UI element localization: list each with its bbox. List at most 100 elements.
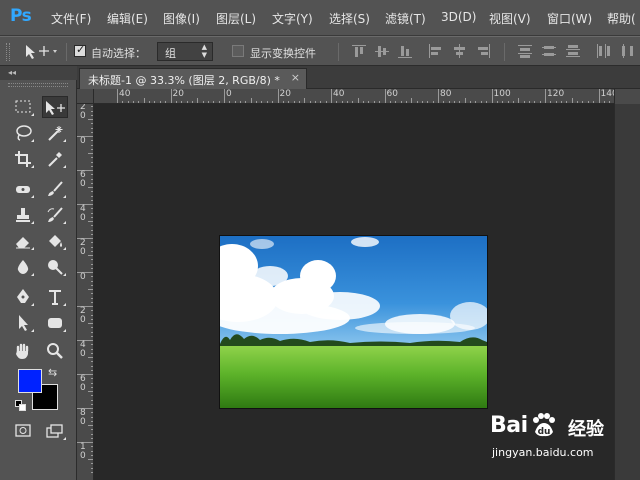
zoom-icon[interactable] <box>42 340 68 362</box>
distribute-bottom-icon[interactable] <box>566 44 582 60</box>
dodge-icon[interactable] <box>42 256 68 278</box>
ruler-label: 1 0 <box>80 442 86 461</box>
distribute-top-icon[interactable] <box>518 44 534 60</box>
show-transform-label: 显示变换控件 <box>250 47 316 60</box>
watermark-brand-suffix: 经验 <box>568 419 604 440</box>
options-bar: 自动选择： 组 ▲▼ 显示变换控件 <box>0 36 640 66</box>
distribute-hcenter-icon[interactable] <box>620 44 636 60</box>
landscape-photo <box>220 236 487 408</box>
ruler-label: 100 <box>493 89 511 99</box>
ruler-major-tick <box>331 89 332 103</box>
ruler-label: 40 <box>333 89 345 99</box>
default-colors-icon[interactable] <box>15 400 27 412</box>
tools-collapse-button[interactable]: ◂◂ <box>0 66 77 80</box>
align-left-icon[interactable] <box>428 44 444 60</box>
ruler-label: 0 <box>80 272 86 282</box>
history-brush-icon[interactable] <box>42 204 68 226</box>
ruler-major-tick <box>170 89 172 103</box>
foreground-color-swatch[interactable] <box>18 369 42 393</box>
rectangular-marquee-icon[interactable] <box>10 96 36 118</box>
ruler-label: 2 0 <box>80 238 86 257</box>
canvas-image-layer[interactable] <box>220 236 487 408</box>
eraser-icon[interactable] <box>10 230 36 252</box>
auto-select-checkbox[interactable] <box>74 43 86 57</box>
ruler-label: 40 <box>119 89 131 99</box>
baidu-jingyan-watermark: Bai du 经验 jingyan.baidu.com <box>488 410 638 470</box>
ruler-label: 2 0 <box>80 104 86 121</box>
document-tab[interactable]: 未标题-1 @ 33.3% (图层 2, RGB/8) * × <box>79 68 307 89</box>
clone-stamp-icon[interactable] <box>10 204 36 226</box>
ruler-label: 0 <box>80 136 86 146</box>
ps-logo: Ps <box>10 6 32 26</box>
blur-icon[interactable] <box>10 256 36 278</box>
menu-filter[interactable]: 滤镜(T) <box>385 10 426 27</box>
menu-window[interactable]: 窗口(W) <box>547 10 592 27</box>
ruler-label: 6 0 <box>80 374 86 393</box>
vertical-ruler[interactable]: 2 0 0 6 0 4 0 2 0 0 2 0 4 0 6 0 8 0 1 0 <box>77 104 94 480</box>
photoshop-window: Ps 文件(F) 编辑(E) 图像(I) 图层(L) 文字(Y) 选择(S) 滤… <box>0 0 640 480</box>
menu-type[interactable]: 文字(Y) <box>272 10 313 27</box>
move-tool-icon[interactable] <box>42 96 68 118</box>
ruler-label: 80 <box>440 89 452 99</box>
ruler-label: 20 <box>172 89 184 99</box>
document-tab-title: 未标题-1 @ 33.3% (图层 2, RGB/8) * <box>88 74 280 87</box>
shape-icon[interactable] <box>42 312 68 334</box>
auto-select-target-value: 组 <box>165 47 176 60</box>
ruler-label: 0 <box>226 89 232 99</box>
hand-icon[interactable] <box>10 340 36 362</box>
menu-layer[interactable]: 图层(L) <box>216 10 256 27</box>
pen-icon[interactable] <box>10 286 36 308</box>
paw-logo-icon: du <box>533 413 555 437</box>
lasso-icon[interactable] <box>10 122 36 144</box>
align-vcenter-icon[interactable] <box>375 44 391 60</box>
type-icon[interactable] <box>42 286 68 308</box>
ruler-major-tick <box>598 89 600 103</box>
screen-mode-icon[interactable] <box>42 420 68 442</box>
eyedropper-icon[interactable] <box>42 148 68 170</box>
swap-colors-icon[interactable]: ⇆ <box>48 366 57 379</box>
align-hcenter-icon[interactable] <box>452 44 468 60</box>
auto-select-label: 自动选择： <box>91 47 146 60</box>
ruler-label: 2 0 <box>80 306 86 325</box>
paint-bucket-icon[interactable] <box>42 230 68 252</box>
crop-icon[interactable] <box>10 148 36 170</box>
distribute-left-icon[interactable] <box>596 44 612 60</box>
menu-select[interactable]: 选择(S) <box>329 10 370 27</box>
move-tool-icon <box>26 45 57 59</box>
ruler-label: 140 <box>600 89 615 99</box>
menu-file[interactable]: 文件(F) <box>51 10 91 27</box>
svg-text:du: du <box>538 427 551 437</box>
tools-grip[interactable] <box>8 83 68 87</box>
ruler-label: 20 <box>279 89 291 99</box>
tool-preset-picker[interactable] <box>24 43 64 61</box>
menu-image[interactable]: 图像(I) <box>163 10 200 27</box>
ruler-origin[interactable] <box>77 89 94 104</box>
watermark-url: jingyan.baidu.com <box>492 446 594 459</box>
show-transform-checkbox[interactable] <box>232 45 244 57</box>
distribute-vcenter-icon[interactable] <box>542 44 558 60</box>
options-grip[interactable] <box>6 43 10 61</box>
align-right-icon[interactable] <box>476 44 492 60</box>
magic-wand-icon[interactable] <box>42 122 68 144</box>
ruler-label: 60 <box>386 89 398 99</box>
spot-healing-icon[interactable] <box>10 178 36 200</box>
menu-help[interactable]: 帮助( <box>607 10 636 27</box>
options-separator <box>338 43 339 61</box>
brush-icon[interactable] <box>42 178 68 200</box>
quick-mask-icon[interactable] <box>10 420 36 442</box>
ruler-major-tick <box>545 89 546 103</box>
close-icon[interactable]: × <box>291 71 300 84</box>
horizontal-ruler[interactable]: 40 20 0 20 40 60 80 100 120 140 <box>94 89 614 104</box>
align-bottom-icon[interactable] <box>398 44 414 60</box>
chevron-down-icon <box>53 50 57 53</box>
menu-view[interactable]: 视图(V) <box>489 10 531 27</box>
align-top-icon[interactable] <box>352 44 368 60</box>
path-selection-icon[interactable] <box>10 312 36 334</box>
ruler-label: 6 0 <box>80 170 86 189</box>
menu-bar: Ps 文件(F) 编辑(E) 图像(I) 图层(L) 文字(Y) 选择(S) 滤… <box>0 0 640 36</box>
options-separator <box>66 43 67 61</box>
ruler-label: 4 0 <box>80 204 86 223</box>
auto-select-target-select[interactable]: 组 ▲ ▼ <box>157 42 213 61</box>
menu-3d[interactable]: 3D(D) <box>441 10 476 24</box>
menu-edit[interactable]: 编辑(E) <box>107 10 148 27</box>
